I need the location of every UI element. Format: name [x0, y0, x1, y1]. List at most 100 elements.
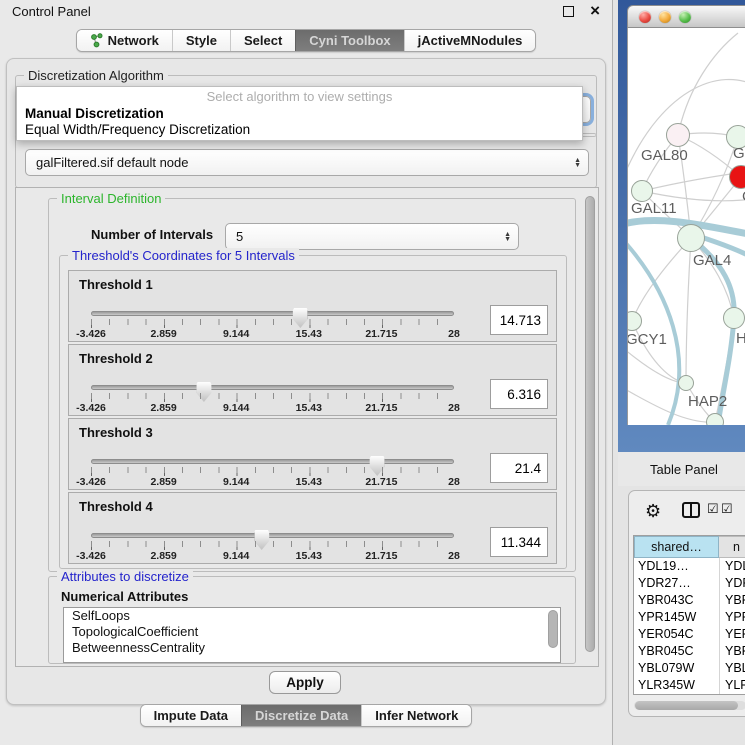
slider-minor-ticks [91, 467, 455, 473]
tick-label: 2.859 [150, 550, 176, 562]
threshold-value-input[interactable] [490, 527, 548, 557]
tab-label: jActiveMNodules [418, 33, 523, 48]
node-label: GCY1 [627, 331, 667, 348]
attributes-group-title: Attributes to discretize [57, 569, 193, 584]
bottom-tab-impute-data[interactable]: Impute Data [141, 705, 241, 726]
tab-network[interactable]: Network [77, 30, 172, 51]
slider-minor-ticks [91, 541, 455, 547]
algorithm-options-list: Manual DiscretizationEqual Width/Frequen… [17, 106, 582, 138]
tab-style[interactable]: Style [172, 30, 230, 51]
threshold-value-input[interactable] [490, 305, 548, 335]
threshold-panel: Threshold 2 -3.4262.8599.14415.4321.7152… [68, 344, 557, 416]
slider-tick-labels: -3.4262.8599.14415.4321.71528 [91, 328, 454, 340]
checkbox-checked-icon[interactable]: ☑ [707, 502, 719, 516]
thresholds-group: Threshold's Coordinates for 5 Intervals … [59, 255, 567, 569]
tick-label: 9.144 [223, 328, 249, 340]
threshold-slider: -3.4262.8599.14415.4321.71528 [91, 271, 454, 343]
table-horizontal-scrollbar[interactable] [634, 701, 745, 710]
threshold-slider: -3.4262.8599.14415.4321.71528 [91, 493, 454, 565]
table-row[interactable]: YER054CYER0 [634, 626, 745, 643]
slider-tick-labels: -3.4262.8599.14415.4321.71528 [91, 476, 454, 488]
cell-shared-name: YBR043C [634, 592, 719, 609]
table-panel-title: Table Panel [650, 462, 718, 477]
table-row[interactable]: YDR27…YDR2 [634, 575, 745, 592]
numerical-attributes-list[interactable]: SelfLoopsTopologicalCoefficientBetweenne… [63, 607, 561, 663]
zoom-traffic-light-icon[interactable] [679, 11, 691, 23]
table-row[interactable]: YLR345WYLR3 [634, 677, 745, 694]
tab-jactivemnodules[interactable]: jActiveMNodules [404, 30, 536, 51]
attributes-scrollbar[interactable] [548, 609, 559, 661]
network-node-gal11[interactable] [631, 180, 653, 202]
cyni-bottom-tabbar: Impute Data Discretize DataInfer Network [0, 704, 612, 727]
node-label: GAL80 [641, 147, 688, 164]
node-label: HAP2 [688, 393, 727, 410]
threshold-value-input[interactable] [490, 453, 548, 483]
table-row[interactable]: YBR043CYBR0 [634, 592, 745, 609]
network-canvas[interactable]: GAL80GCGAL11GAL4GCY1HHAP2 [627, 28, 745, 425]
cell-shared-name: YLR345W [634, 677, 719, 694]
combo-arrows-icon: ▲▼ [574, 158, 581, 168]
settings-scrollbar[interactable] [585, 194, 596, 658]
apply-button[interactable]: Apply [269, 671, 341, 694]
table-data-selected-value: galFiltered.sif default node [36, 155, 188, 170]
slider-minor-ticks [91, 319, 455, 325]
bottom-tab-infer-network[interactable]: Infer Network [361, 705, 471, 726]
tab-cyni-toolbox[interactable]: Cyni Toolbox [295, 30, 403, 51]
tick-label: 28 [448, 476, 460, 488]
slider-track[interactable] [91, 533, 454, 538]
cell-shared-name: YDR27… [634, 575, 719, 592]
network-node-gal4[interactable] [677, 224, 705, 252]
slider-track[interactable] [91, 311, 454, 316]
scrollbar-thumb[interactable] [585, 196, 595, 652]
table-row[interactable]: YPR145WYPR1 [634, 609, 745, 626]
number-of-intervals-select[interactable]: 5 ▲▼ [225, 223, 519, 250]
network-node-h[interactable] [723, 307, 745, 329]
attribute-list-item[interactable]: SelfLoops [64, 608, 560, 624]
scrollbar-thumb[interactable] [635, 701, 738, 710]
network-node[interactable] [706, 413, 724, 425]
algorithm-option[interactable]: Manual Discretization [17, 106, 582, 122]
slider-track[interactable] [91, 385, 454, 390]
tab-label: Impute Data [154, 708, 228, 723]
cell-name: YBR0 [719, 643, 745, 660]
control-panel-window: Control Panel × NetworkStyleSelectCyni T… [0, 0, 613, 745]
tick-label: 21.715 [365, 402, 397, 414]
node-table-rows: YDL19…YDL1YDR27…YDR2YBR043CYBR0YPR145WYP… [634, 558, 745, 694]
close-traffic-light-icon[interactable] [639, 11, 651, 23]
slider-track[interactable] [91, 459, 454, 464]
table-row[interactable]: YBL079WYBL0 [634, 660, 745, 677]
tick-label: -3.426 [76, 328, 106, 340]
threshold-value-input[interactable] [490, 379, 548, 409]
algorithm-option[interactable]: Equal Width/Frequency Discretization [17, 122, 582, 138]
node-table: shared… n YDL19…YDL1YDR27…YDR2YBR043CYBR… [633, 535, 745, 695]
cell-shared-name: YER054C [634, 626, 719, 643]
gear-icon[interactable]: ⚙ [645, 499, 661, 523]
table-row[interactable]: YDL19…YDL1 [634, 558, 745, 575]
minimize-traffic-light-icon[interactable] [659, 11, 671, 23]
algorithm-dropdown-popup: Select algorithm to view settings Manual… [16, 86, 583, 141]
column-header-name[interactable]: n [719, 536, 745, 558]
columns-icon[interactable] [682, 502, 700, 518]
cyni-tabbar: NetworkStyleSelectCyni Toolbox jActiveMNo… [0, 29, 612, 52]
column-header-shared-name[interactable]: shared… [634, 536, 719, 558]
tab-select[interactable]: Select [230, 30, 295, 51]
numerical-attributes-label: Numerical Attributes [61, 589, 188, 604]
number-of-intervals-label: Number of Intervals [91, 227, 213, 242]
table-data-select[interactable]: galFiltered.sif default node ▲▼ [25, 149, 589, 176]
close-icon[interactable]: × [590, 6, 600, 16]
scrollbar-thumb[interactable] [548, 610, 558, 648]
bottom-tab-discretize-data[interactable]: Discretize Data [241, 705, 361, 726]
cell-name: YBL0 [719, 660, 745, 677]
network-node-hap2[interactable] [678, 375, 694, 391]
table-row[interactable]: YBR045CYBR0 [634, 643, 745, 660]
float-window-icon[interactable] [563, 6, 574, 17]
checkbox-checked-icon[interactable]: ☑ [721, 502, 733, 516]
attribute-list-item[interactable]: BetweennessCentrality [64, 640, 560, 656]
tick-label: 15.43 [296, 328, 322, 340]
interval-definition-group: Interval Definition Number of Intervals … [48, 198, 576, 572]
node-table-header: shared… n [634, 536, 745, 558]
attributes-group: Attributes to discretize Numerical Attri… [48, 576, 576, 664]
network-node-gal80[interactable] [666, 123, 690, 147]
attribute-list-item[interactable]: TopologicalCoefficient [64, 624, 560, 640]
tick-label: 21.715 [365, 328, 397, 340]
